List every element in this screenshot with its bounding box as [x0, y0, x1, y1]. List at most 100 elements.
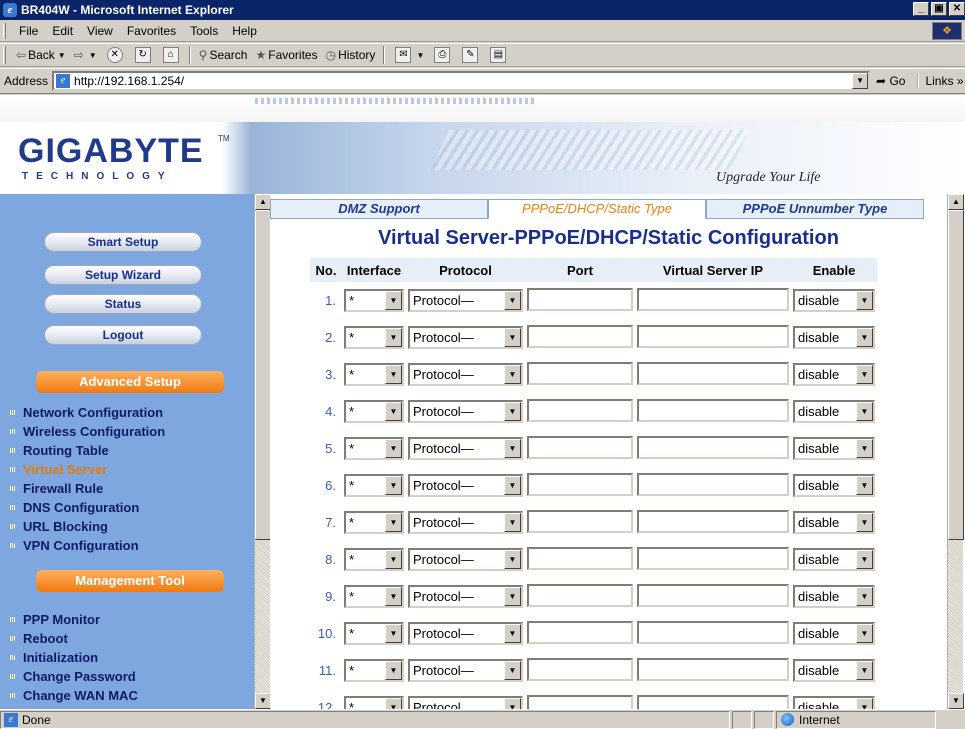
interface-select[interactable]: * ▼ — [344, 474, 404, 497]
nav-routing-table[interactable]: Routing Table — [10, 443, 109, 458]
menu-file[interactable]: File — [12, 24, 45, 38]
dropdown-arrow-icon[interactable]: ▼ — [504, 513, 521, 532]
dropdown-arrow-icon[interactable]: ▼ — [385, 439, 402, 458]
dropdown-arrow-icon[interactable]: ▼ — [385, 698, 402, 709]
virtual-server-ip-input[interactable] — [637, 398, 789, 422]
dropdown-arrow-icon[interactable]: ▼ — [504, 587, 521, 606]
enable-select[interactable]: disable ▼ — [793, 289, 875, 312]
enable-select[interactable]: disable ▼ — [793, 548, 875, 571]
nav-scrollbar[interactable]: ▲ ▼ — [254, 194, 271, 709]
protocol-select[interactable]: Protocol— ▼ — [408, 659, 523, 682]
dropdown-arrow-icon[interactable]: ▼ — [856, 476, 873, 495]
nav-ppp-monitor[interactable]: PPP Monitor — [10, 612, 100, 627]
port-input[interactable] — [527, 583, 633, 607]
protocol-select[interactable]: Protocol— ▼ — [408, 622, 523, 645]
virtual-server-ip-input[interactable] — [637, 509, 789, 533]
interface-select[interactable]: * ▼ — [344, 696, 404, 709]
main-scrollbar[interactable]: ▲ ▼ — [947, 194, 964, 709]
port-input[interactable] — [527, 324, 633, 348]
stop-button[interactable]: ✕ — [101, 47, 129, 63]
dropdown-arrow-icon[interactable]: ▼ — [856, 513, 873, 532]
interface-select[interactable]: * ▼ — [344, 511, 404, 534]
protocol-select[interactable]: Protocol— ▼ — [408, 585, 523, 608]
dropdown-arrow-icon[interactable]: ▼ — [385, 328, 402, 347]
interface-select[interactable]: * ▼ — [344, 437, 404, 460]
dropdown-arrow-icon[interactable]: ▼ — [504, 661, 521, 680]
protocol-select[interactable]: Protocol— ▼ — [408, 289, 523, 312]
nav-url-blocking[interactable]: URL Blocking — [10, 519, 108, 534]
menu-edit[interactable]: Edit — [45, 24, 80, 38]
protocol-select[interactable]: Protocol— ▼ — [408, 437, 523, 460]
dropdown-arrow-icon[interactable]: ▼ — [856, 587, 873, 606]
virtual-server-ip-input[interactable] — [637, 287, 789, 311]
links-button[interactable]: Links » — [917, 74, 964, 88]
dropdown-arrow-icon[interactable]: ▼ — [504, 698, 521, 709]
nav-virtual-server[interactable]: Virtual Server — [10, 462, 107, 477]
dropdown-arrow-icon[interactable]: ▼ — [856, 698, 873, 709]
nav-vpn-configuration[interactable]: VPN Configuration — [10, 538, 139, 553]
close-button[interactable]: ✕ — [949, 2, 965, 16]
interface-select[interactable]: * ▼ — [344, 622, 404, 645]
print-button[interactable]: ⎙ — [428, 47, 456, 63]
protocol-select[interactable]: Protocol— ▼ — [408, 400, 523, 423]
scroll-down-icon[interactable]: ▼ — [255, 693, 271, 709]
dropdown-arrow-icon[interactable]: ▼ — [385, 402, 402, 421]
nav-scroll-thumb[interactable] — [255, 210, 271, 540]
virtual-server-ip-input[interactable] — [637, 546, 789, 570]
dropdown-arrow-icon[interactable]: ▼ — [856, 624, 873, 643]
virtual-server-ip-input[interactable] — [637, 361, 789, 385]
interface-select[interactable]: * ▼ — [344, 659, 404, 682]
virtual-server-ip-input[interactable] — [637, 583, 789, 607]
favorites-button[interactable]: ★ Favorites — [251, 48, 321, 62]
port-input[interactable] — [527, 657, 633, 681]
scroll-up-icon[interactable]: ▲ — [948, 194, 964, 210]
nav-initialization[interactable]: Initialization — [10, 650, 98, 665]
logout-button[interactable]: Logout — [44, 325, 202, 345]
main-scroll-thumb[interactable] — [948, 210, 964, 540]
back-button[interactable]: ⇦ Back ▼ — [12, 48, 70, 62]
tab-dmz-support[interactable]: DMZ Support — [270, 199, 488, 219]
virtual-server-ip-input[interactable] — [637, 694, 789, 709]
edit-button[interactable]: ✎ — [456, 47, 484, 63]
dropdown-arrow-icon[interactable]: ▼ — [856, 661, 873, 680]
enable-select[interactable]: disable ▼ — [793, 622, 875, 645]
port-input[interactable] — [527, 398, 633, 422]
minimize-button[interactable]: _ — [913, 2, 929, 16]
dropdown-arrow-icon[interactable]: ▼ — [504, 476, 521, 495]
protocol-select[interactable]: Protocol ▼ — [408, 696, 523, 709]
menu-tools[interactable]: Tools — [183, 24, 225, 38]
protocol-select[interactable]: Protocol— ▼ — [408, 548, 523, 571]
scroll-up-icon[interactable]: ▲ — [255, 194, 271, 210]
dropdown-arrow-icon[interactable]: ▼ — [385, 513, 402, 532]
enable-select[interactable]: disable ▼ — [793, 437, 875, 460]
dropdown-arrow-icon[interactable]: ▼ — [385, 587, 402, 606]
status-button[interactable]: Status — [44, 294, 202, 314]
enable-select[interactable]: disable ▼ — [793, 363, 875, 386]
address-dropdown-icon[interactable]: ▼ — [852, 73, 869, 89]
port-input[interactable] — [527, 546, 633, 570]
interface-select[interactable]: * ▼ — [344, 363, 404, 386]
dropdown-arrow-icon[interactable]: ▼ — [504, 365, 521, 384]
home-button[interactable]: ⌂ — [157, 47, 185, 63]
address-input[interactable]: e http://192.168.1.254/ ▼ — [52, 71, 871, 91]
virtual-server-ip-input[interactable] — [637, 435, 789, 459]
refresh-button[interactable]: ↻ — [129, 47, 157, 63]
menu-view[interactable]: View — [80, 24, 120, 38]
dropdown-arrow-icon[interactable]: ▼ — [856, 328, 873, 347]
port-input[interactable] — [527, 472, 633, 496]
virtual-server-ip-input[interactable] — [637, 657, 789, 681]
port-input[interactable] — [527, 694, 633, 709]
virtual-server-ip-input[interactable] — [637, 472, 789, 496]
interface-select[interactable]: * ▼ — [344, 400, 404, 423]
dropdown-arrow-icon[interactable]: ▼ — [385, 661, 402, 680]
interface-select[interactable]: * ▼ — [344, 585, 404, 608]
interface-select[interactable]: * ▼ — [344, 548, 404, 571]
nav-dns-configuration[interactable]: DNS Configuration — [10, 500, 139, 515]
dropdown-arrow-icon[interactable]: ▼ — [504, 402, 521, 421]
virtual-server-ip-input[interactable] — [637, 620, 789, 644]
history-button[interactable]: ◷ History — [322, 48, 380, 62]
enable-select[interactable]: disable ▼ — [793, 326, 875, 349]
search-button[interactable]: ⚲ Search — [195, 48, 252, 62]
scroll-down-icon[interactable]: ▼ — [948, 693, 964, 709]
port-input[interactable] — [527, 287, 633, 311]
